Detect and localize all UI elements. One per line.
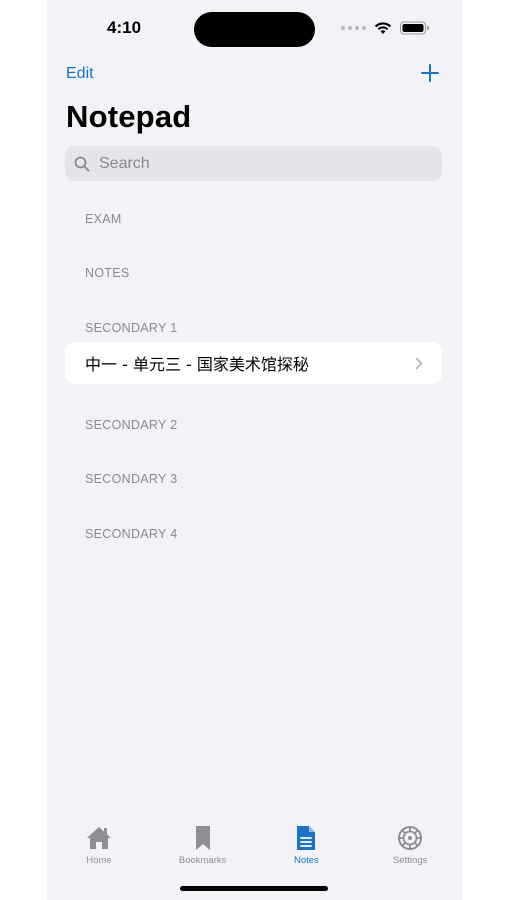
list-item[interactable]: 中一 - 单元三 - 国家美术馆探秘 [65,342,442,384]
section-header-secondary-3: SECONDARY 3 [85,472,178,486]
app-screen: 4:10 Edit Notepad EXAM NOTES [47,0,462,900]
home-indicator[interactable] [180,886,328,891]
note-title: 中一 - 单元三 - 国家美术馆探秘 [85,355,309,374]
plus-icon [421,64,439,82]
tab-notes[interactable]: Notes [255,818,359,878]
tab-home[interactable]: Home [47,818,151,878]
tab-label: Home [86,855,112,866]
tab-label: Notes [293,855,319,866]
tab-label: Bookmarks [178,855,227,866]
section-header-secondary-2: SECONDARY 2 [85,418,178,432]
section-header-secondary-4: SECONDARY 4 [85,527,178,541]
chevron-right-icon [414,356,424,370]
search-bar[interactable] [65,146,442,181]
tab-bar: Home Bookmarks Notes Settings [47,818,462,878]
house-icon [85,824,113,852]
search-icon [73,155,91,173]
battery-icon [400,21,429,35]
section-header-exam: EXAM [85,212,122,226]
section-header-notes: NOTES [85,266,130,280]
add-note-button[interactable] [420,62,440,84]
tab-label: Settings [392,855,428,866]
edit-button[interactable]: Edit [66,65,94,83]
status-indicators [341,18,430,38]
tab-settings[interactable]: Settings [358,818,462,878]
gear-icon [396,824,424,852]
notes-icon [292,824,320,852]
page-title: Notepad [66,99,192,134]
signal-dots-icon [341,26,366,30]
tab-bookmarks[interactable]: Bookmarks [151,818,255,878]
dynamic-island [194,12,315,47]
section-header-secondary-1: SECONDARY 1 [85,321,178,335]
wifi-icon [374,22,392,34]
status-time: 4:10 [107,18,142,37]
search-input[interactable] [97,153,421,174]
bookmark-icon [189,824,217,852]
